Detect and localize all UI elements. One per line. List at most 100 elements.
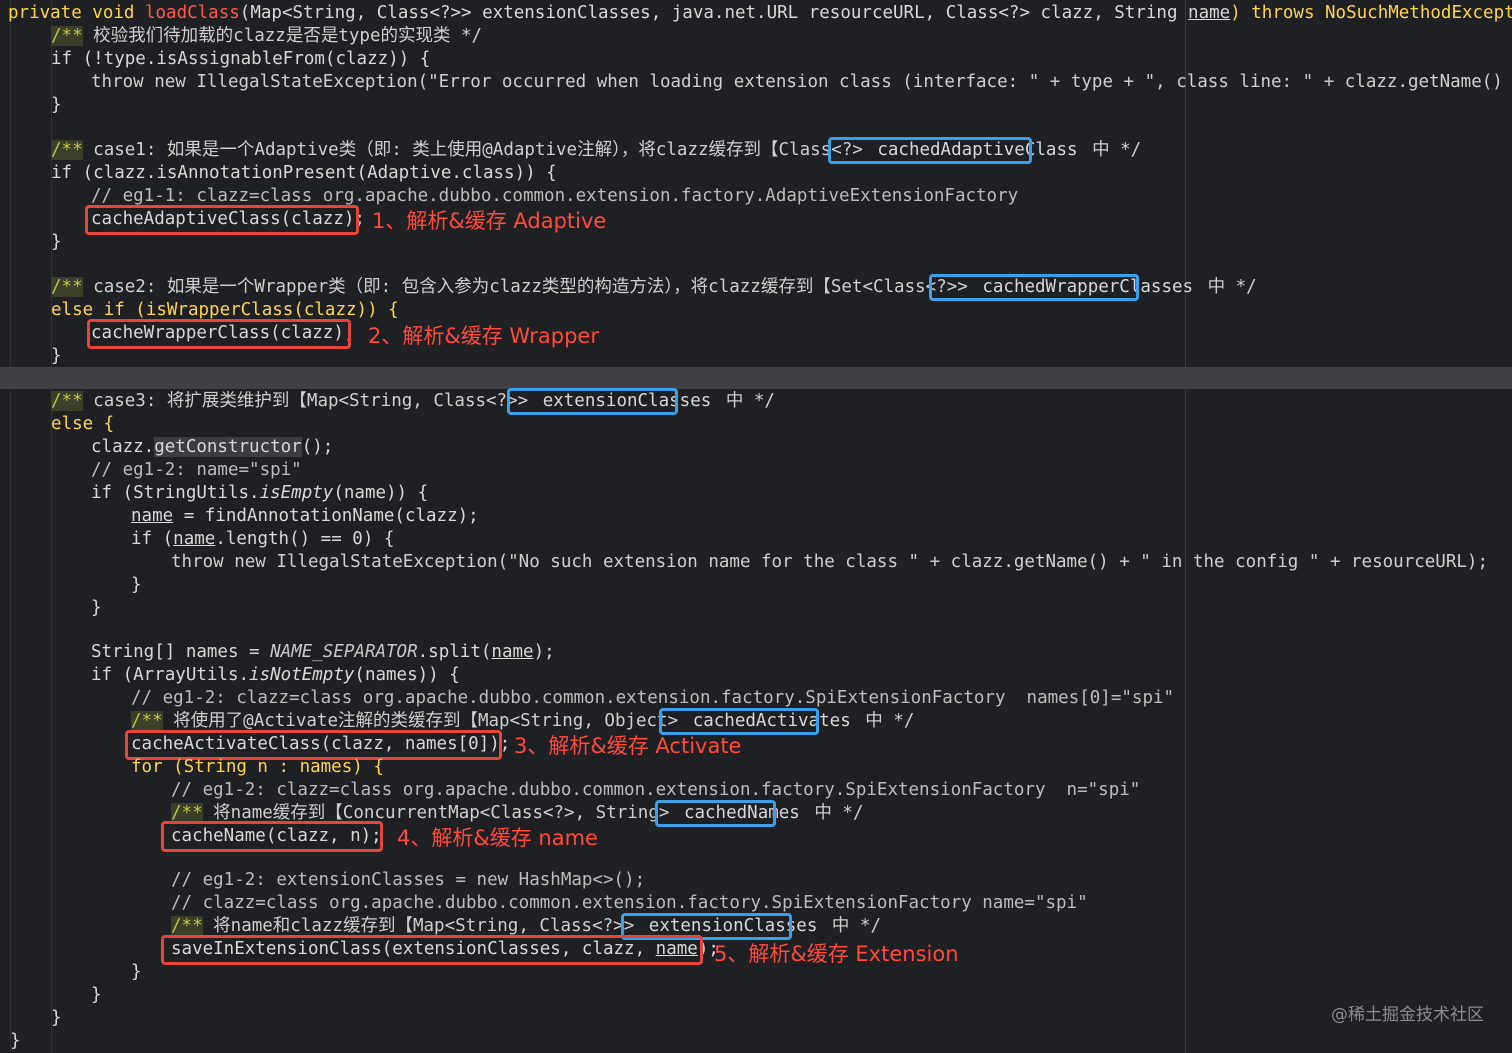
code-comment: // eg1-2: extensionClasses = new HashMap… — [171, 869, 645, 892]
code-line: if (StringUtils.isEmpty(name)) { — [91, 482, 428, 505]
code-token: name — [1188, 3, 1231, 23]
annotation-label: 3、解析&缓存 Activate — [514, 734, 742, 758]
code-line: } — [51, 94, 62, 117]
code-token: String[] names = — [91, 642, 271, 662]
code-token: } — [131, 962, 142, 982]
doc-text: 将使用了@Activate注解的类缓存到【Map<String, Object> — [173, 711, 689, 731]
code-editor[interactable]: private void loadClass(Map<String, Class… — [0, 0, 1512, 1053]
doc-text: 中 */ — [854, 711, 915, 731]
code-token: for (String n : names) { — [131, 757, 384, 777]
code-token: } — [91, 598, 102, 618]
code-token: if (ArrayUtils. — [91, 665, 250, 685]
doc-text: case2: 如果是一个Wrapper类（即: 包含入参为clazz类型的构造方… — [93, 277, 979, 297]
comment-text: // eg1-2: extensionClasses = new HashMap… — [171, 870, 646, 890]
code-comment: // eg1-2: clazz=class org.apache.dubbo.c… — [131, 687, 1174, 710]
doc-marker: /** — [171, 916, 203, 936]
comment-text: // eg1-2: clazz=class org.apache.dubbo.c… — [171, 780, 1141, 800]
blue-highlight-box — [929, 274, 1139, 301]
code-token: } — [51, 346, 62, 366]
code-token: } — [131, 575, 142, 595]
code-token: getConstructor — [154, 437, 302, 457]
code-line: throw new IllegalStateException("No such… — [171, 551, 1488, 574]
code-token: NAME_SEPARATOR — [270, 642, 418, 662]
code-line: } — [51, 231, 62, 254]
doc-text: 中 */ — [803, 803, 864, 823]
code-line: String[] names = NAME_SEPARATOR.split(na… — [91, 641, 555, 664]
doc-text: 中 */ — [715, 391, 775, 411]
code-token: name — [131, 506, 174, 526]
code-token: clazz. — [91, 437, 155, 457]
annotation-label: 2、解析&缓存 Wrapper — [368, 324, 599, 348]
code-token: = findAnnotationName(clazz); — [173, 506, 479, 526]
code-token: private void — [8, 3, 145, 23]
doc-marker: /** — [51, 140, 83, 160]
code-line: } — [131, 961, 142, 984]
code-line: } — [91, 597, 102, 620]
code-line: if (!type.isAssignableFrom(clazz)) { — [51, 48, 430, 71]
code-token: name — [491, 642, 534, 662]
code-token: } — [10, 1031, 21, 1051]
code-line: if (clazz.isAnnotationPresent(Adaptive.c… — [51, 162, 557, 185]
code-token: (); — [301, 437, 334, 457]
red-highlight-box — [161, 935, 703, 965]
code-token: ); — [533, 642, 555, 662]
code-line: } — [51, 1007, 62, 1030]
comment-text: // eg1-2: name="spi" — [91, 460, 302, 480]
doc-comment-line: /** 校验我们待加载的clazz是否是type的实现类 */ — [51, 25, 482, 48]
code-token: isNotEmpty — [249, 665, 355, 685]
code-token: else if (isWrapperClass(clazz)) { — [51, 300, 399, 320]
blue-highlight-box — [828, 137, 1032, 164]
code-token: else { — [51, 414, 115, 434]
code-token: if (!type.isAssignableFrom(clazz)) { — [51, 49, 431, 69]
code-token: isEmpty — [259, 483, 334, 503]
code-line: } — [51, 345, 62, 368]
code-token: } — [51, 95, 62, 115]
doc-text: case3: 将扩展类维护到【Map<String, Class<?>> — [93, 391, 539, 411]
section-divider — [0, 367, 1512, 389]
annotation-label: 1、解析&缓存 Adaptive — [372, 209, 607, 233]
red-highlight-box — [87, 319, 351, 349]
code-token: name — [173, 529, 216, 549]
blue-highlight-box — [655, 800, 776, 827]
doc-marker: /** — [51, 277, 83, 297]
code-token: if (clazz.isAnnotationPresent(Adaptive.c… — [51, 163, 557, 183]
code-token: (Map<String, Class<?>> extensionClasses,… — [239, 3, 1189, 23]
code-token: .length() == 0) { — [215, 529, 395, 549]
code-token: (name)) { — [333, 483, 429, 503]
comment-text: // eg1-1: clazz=class org.apache.dubbo.c… — [91, 186, 1019, 206]
code-comment: // eg1-2: name="spi" — [91, 459, 302, 482]
code-line: name = findAnnotationName(clazz); — [131, 505, 479, 528]
code-line: private void loadClass(Map<String, Class… — [8, 2, 1512, 25]
indent-guide — [10, 0, 11, 1053]
doc-text: 中 */ — [1081, 140, 1142, 160]
doc-marker: /** — [131, 711, 163, 731]
doc-text: 中 */ — [1197, 277, 1257, 297]
doc-marker: /** — [51, 391, 83, 411]
code-token: } — [51, 1008, 62, 1028]
doc-marker: /** — [51, 26, 83, 46]
doc-text: case1: 如果是一个Adaptive类（即: 类上使用@Adaptive注解… — [93, 140, 874, 160]
comment-text: // eg1-2: clazz=class org.apache.dubbo.c… — [131, 688, 1175, 708]
code-comment: // eg1-2: clazz=class org.apache.dubbo.c… — [171, 779, 1140, 802]
code-token: if (StringUtils. — [91, 483, 260, 503]
code-line: } — [131, 574, 142, 597]
code-token: ) throws NoSuchMethodException { — [1230, 3, 1512, 23]
code-line: clazz.getConstructor(); — [91, 436, 333, 459]
code-token: (names)) { — [354, 665, 460, 685]
code-line: } — [91, 984, 102, 1007]
annotation-label: 5、解析&缓存 Extension — [714, 942, 959, 966]
blue-highlight-box — [659, 708, 819, 735]
doc-marker: /** — [171, 803, 203, 823]
blue-highlight-box — [507, 388, 678, 415]
red-highlight-box — [161, 821, 383, 852]
doc-text: 中 */ — [821, 916, 882, 936]
doc-text: 将name和clazz缓存到【Map<String, Class<?>> — [213, 916, 645, 936]
code-line: else { — [51, 413, 114, 436]
code-line: if (ArrayUtils.isNotEmpty(names)) { — [91, 664, 460, 687]
code-token: throw new IllegalStateException("No such… — [171, 552, 1488, 572]
watermark: @稀土掘金技术社区 — [1331, 1005, 1484, 1025]
code-line: for (String n : names) { — [131, 756, 384, 779]
code-token: } — [91, 985, 102, 1005]
code-token: throw new IllegalStateException("Error o… — [91, 72, 1512, 92]
code-token: } — [51, 232, 62, 252]
